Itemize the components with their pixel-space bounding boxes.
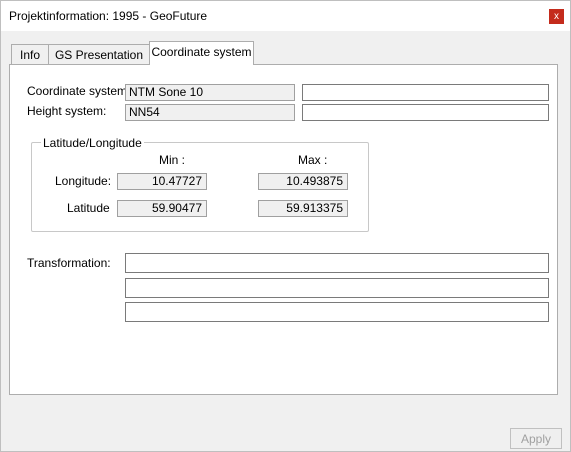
tab-info-label: Info (19, 48, 40, 62)
dialog-window: Projektinformation: 1995 - GeoFuture x I… (0, 0, 571, 452)
transformation-label: Transformation: (27, 256, 111, 270)
latitude-min-field[interactable]: 59.90477 (117, 200, 207, 217)
title-bar: Projektinformation: 1995 - GeoFuture x (1, 1, 570, 31)
latitude-max-field[interactable]: 59.913375 (258, 200, 348, 217)
tab-coordinate-system[interactable]: Coordinate system (149, 41, 254, 65)
window-title: Projektinformation: 1995 - GeoFuture (9, 9, 208, 23)
height-system-label: Height system: (27, 104, 107, 118)
height-system-field[interactable]: NN54 (125, 104, 295, 121)
latlon-group-label: Latitude/Longitude (41, 136, 144, 150)
coordinate-system-field[interactable]: NTM Sone 10 (125, 84, 295, 101)
apply-button[interactable]: Apply (510, 428, 562, 449)
longitude-max-field[interactable]: 10.493875 (258, 173, 348, 190)
longitude-label: Longitude: (55, 174, 112, 188)
latitude-label: Latitude (67, 201, 110, 215)
coordinate-system-label: Coordinate system: (27, 84, 131, 98)
transformation-field-1[interactable] (125, 253, 549, 273)
button-bar (1, 394, 570, 451)
tab-coordinate-system-label: Coordinate system (151, 45, 252, 59)
tab-gs-presentation-label: GS Presentation (54, 48, 144, 62)
coordinate-system-extra-field[interactable] (302, 84, 549, 101)
max-header: Max : (298, 153, 328, 167)
tab-gs-presentation[interactable]: GS Presentation (48, 44, 150, 65)
longitude-min-field[interactable]: 10.47727 (117, 173, 207, 190)
min-header: Min : (159, 153, 186, 167)
height-system-extra-field[interactable] (302, 104, 549, 121)
close-button[interactable]: x (549, 9, 564, 24)
transformation-field-3[interactable] (125, 302, 549, 322)
tab-info[interactable]: Info (11, 44, 49, 65)
transformation-field-2[interactable] (125, 278, 549, 298)
